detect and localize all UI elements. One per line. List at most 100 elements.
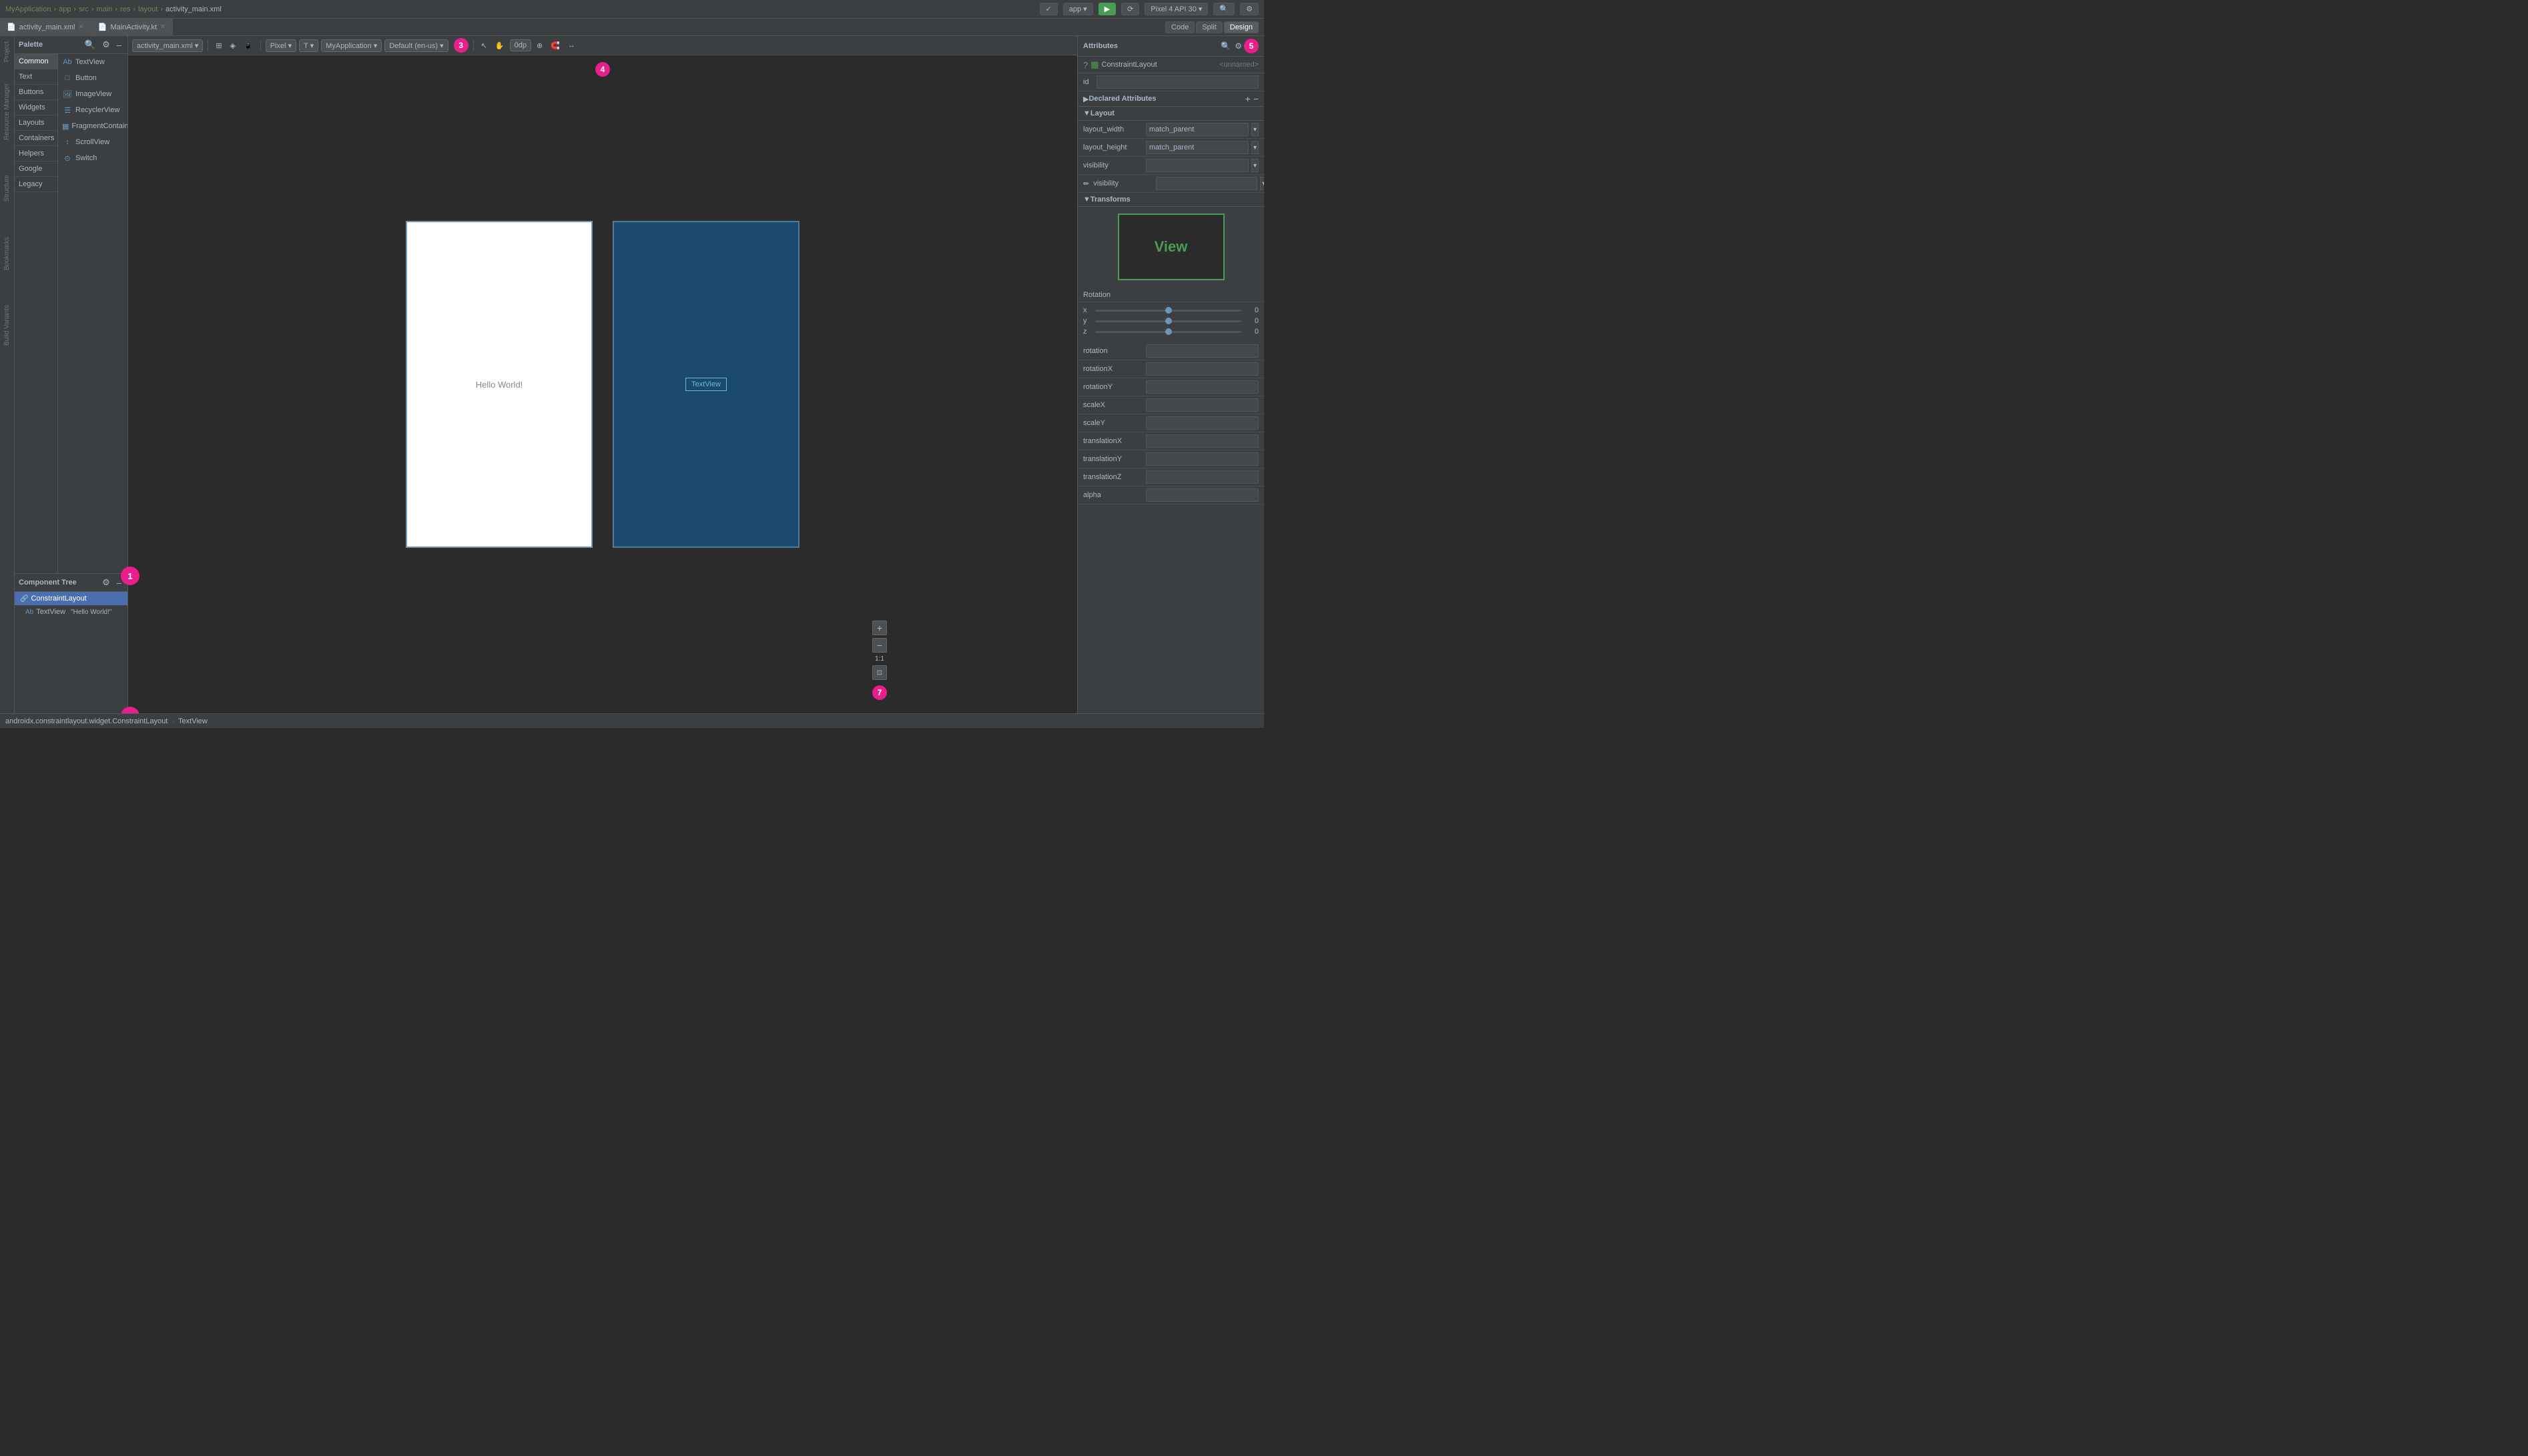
magnet-button[interactable]: 🧲 [548, 40, 563, 51]
zoom-fit-button[interactable]: ⊡ [872, 665, 887, 680]
declared-attr-add-button[interactable]: + [1245, 94, 1251, 103]
palette-cat-buttons[interactable]: Buttons [15, 85, 57, 100]
layout-section-header[interactable]: ▼ Layout [1078, 107, 1264, 121]
app-selector[interactable]: app ▾ [1063, 3, 1093, 15]
design-mockup[interactable]: Hello World! [406, 221, 593, 548]
view-mode-split[interactable]: Split [1196, 21, 1222, 33]
visibility-dropdown-btn-1[interactable]: ▾ [1251, 159, 1259, 172]
translationY-field-input[interactable] [1146, 452, 1259, 466]
palette-cat-helpers[interactable]: Helpers [15, 146, 57, 161]
palette-widget-imageview[interactable]: 🖼 ImageView [58, 86, 127, 102]
attributes-settings-button[interactable]: ⚙ [1233, 41, 1244, 51]
declared-attributes-section[interactable]: ▶ Declared Attributes + − [1078, 91, 1264, 107]
scaleX-field-input[interactable] [1146, 398, 1259, 412]
blueprint-mode-button[interactable]: ◈ [228, 40, 238, 51]
component-tree-settings-button[interactable]: ⚙ [100, 577, 112, 589]
locale-dropdown[interactable]: Default (en-us) ▾ [384, 39, 448, 52]
palette-cat-widgets[interactable]: Widgets [15, 100, 57, 115]
design-mode-button[interactable]: ⊞ [213, 40, 224, 51]
breadcrumb-app[interactable]: MyApplication [5, 5, 51, 13]
breadcrumb-res[interactable]: res [120, 5, 130, 13]
git-button[interactable]: ✓ [1040, 3, 1058, 15]
rotationY-field-input[interactable] [1146, 380, 1259, 394]
toolbar-sep-2 [260, 39, 261, 51]
structure-strip-label[interactable]: Structure [2, 172, 12, 205]
translationZ-field-input[interactable] [1146, 470, 1259, 484]
view-mode-design[interactable]: Design [1224, 21, 1259, 33]
rotation-x-slider[interactable] [1095, 310, 1241, 312]
imageview-label: ImageView [75, 90, 111, 98]
hand-button[interactable]: ✋ [493, 40, 507, 51]
visibility-input-1[interactable] [1146, 159, 1249, 172]
margin-dropdown[interactable]: 0dp [510, 39, 531, 51]
visibility-dropdown-btn-2[interactable]: ▾ [1260, 177, 1264, 190]
rotation-field-input[interactable] [1146, 344, 1259, 358]
palette-cat-containers[interactable]: Containers [15, 131, 57, 146]
palette-widget-fragmentcontainerview[interactable]: ▦ FragmentContainerView [58, 118, 127, 134]
tree-item-textview[interactable]: Ab TextView "Hello World!" [15, 605, 127, 619]
palette-widget-textview[interactable]: Ab TextView [58, 54, 127, 70]
palette-minimize-button[interactable]: – [115, 39, 123, 51]
rotation-z-slider[interactable] [1095, 331, 1241, 333]
rotationX-field-input[interactable] [1146, 362, 1259, 376]
id-field-input[interactable] [1096, 75, 1259, 89]
translationX-field-input[interactable] [1146, 434, 1259, 448]
palette-cat-text[interactable]: Text [15, 69, 57, 85]
app-dropdown[interactable]: MyApplication ▾ [321, 39, 382, 52]
scaleY-field-input[interactable] [1146, 416, 1259, 430]
palette-search-button[interactable]: 🔍 [83, 39, 97, 51]
pointer-button[interactable]: ↖ [479, 40, 490, 51]
breadcrumb-src[interactable]: src [79, 5, 89, 13]
t-dropdown[interactable]: T ▾ [299, 39, 318, 52]
resource-manager-strip-label[interactable]: Resource Manager [2, 81, 12, 143]
breadcrumb-file[interactable]: activity_main.xml [166, 5, 222, 13]
view-mode-code[interactable]: Code [1165, 21, 1195, 33]
blueprint-mockup[interactable]: TextView [613, 221, 800, 548]
bookmarks-strip-label[interactable]: Bookmarks [2, 234, 12, 273]
transforms-section-header[interactable]: ▼ Transforms [1078, 193, 1264, 207]
tree-item-constraintlayout[interactable]: 🔗 ConstraintLayout [15, 592, 127, 605]
breadcrumb-layout[interactable]: layout [138, 5, 157, 13]
tab-main-activity-kt[interactable]: 📄 MainActivity.kt ✕ [91, 19, 174, 35]
constraint-button[interactable]: ⊕ [534, 40, 545, 51]
palette-cat-google[interactable]: Google [15, 161, 57, 177]
palette-cat-legacy[interactable]: Legacy [15, 177, 57, 192]
attributes-title: Attributes [1083, 42, 1219, 50]
step-over-button[interactable]: ⟳ [1121, 3, 1139, 15]
zoom-in-button[interactable]: + [872, 621, 887, 635]
layout-height-input[interactable] [1146, 141, 1249, 154]
rotation-y-slider[interactable] [1095, 320, 1241, 322]
clear-constraints-button[interactable]: ↔ [565, 40, 578, 51]
palette-widget-recyclerview[interactable]: ☰ RecyclerView [58, 102, 127, 118]
palette-widget-button[interactable]: □ Button [58, 70, 127, 86]
palette-cat-layouts[interactable]: Layouts [15, 115, 57, 131]
layout-file-dropdown[interactable]: activity_main.xml ▾ [132, 39, 203, 52]
run-button[interactable]: ▶ [1098, 3, 1116, 15]
settings-button[interactable]: ⚙ [1240, 3, 1259, 15]
design-toolbar: activity_main.xml ▾ ⊞ ◈ 📱 Pixel ▾ T ▾ My… [128, 36, 1077, 55]
visibility-input-2[interactable] [1156, 177, 1257, 190]
zoom-out-button[interactable]: − [872, 638, 887, 653]
palette-widget-scrollview[interactable]: ↕ ScrollView [58, 134, 127, 150]
attributes-search-button[interactable]: 🔍 [1219, 41, 1233, 51]
breadcrumb-main[interactable]: main [97, 5, 113, 13]
layout-height-dropdown-btn[interactable]: ▾ [1251, 141, 1259, 154]
palette-settings-button[interactable]: ⚙ [100, 39, 112, 51]
layout-width-input[interactable] [1146, 123, 1249, 136]
device-orient-button[interactable]: 📱 [241, 40, 256, 51]
component-selector[interactable]: ? ▦ ConstraintLayout <unnamed> [1078, 57, 1264, 73]
declared-attr-remove-button[interactable]: − [1253, 94, 1259, 103]
breadcrumb-app2[interactable]: app [59, 5, 71, 13]
tab-close-xml[interactable]: ✕ [78, 23, 83, 31]
layout-width-dropdown-btn[interactable]: ▾ [1251, 123, 1259, 136]
pixel-dropdown[interactable]: Pixel ▾ [266, 39, 296, 52]
palette-cat-common[interactable]: Common [15, 54, 57, 69]
tab-activity-main-xml[interactable]: 📄 activity_main.xml ✕ [0, 19, 91, 35]
build-variants-strip-label[interactable]: Build Variants [2, 302, 12, 348]
device-selector[interactable]: Pixel 4 API 30 ▾ [1145, 3, 1208, 15]
search-button[interactable]: 🔍 [1213, 3, 1235, 15]
alpha-field-input[interactable] [1146, 488, 1259, 502]
palette-widget-switch[interactable]: ⊙ Switch [58, 150, 127, 166]
tab-close-kt[interactable]: ✕ [160, 23, 166, 31]
project-strip-label[interactable]: Project [2, 39, 12, 65]
